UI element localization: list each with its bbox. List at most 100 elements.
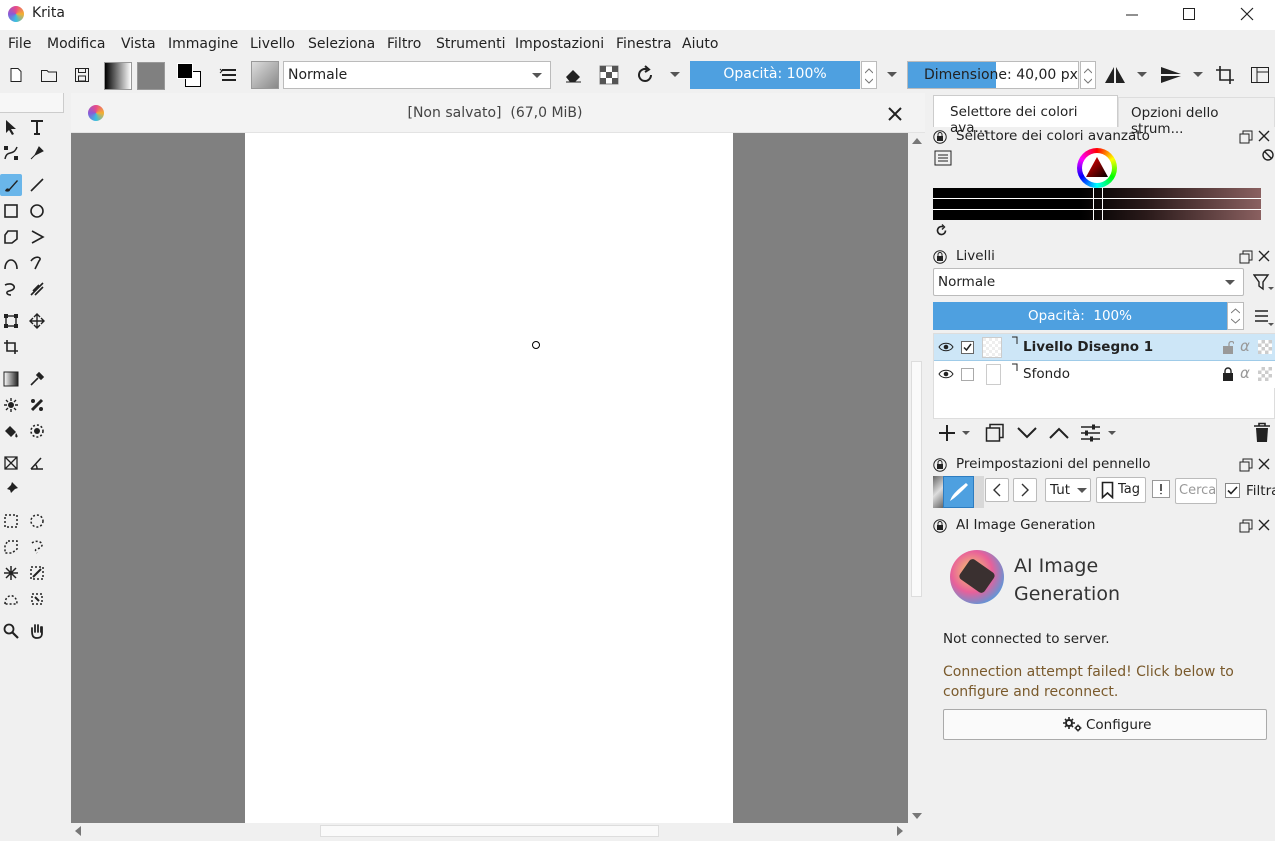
layer-checkbox[interactable] bbox=[961, 341, 974, 354]
size-spin[interactable] bbox=[1080, 61, 1096, 89]
float-icon[interactable] bbox=[1239, 519, 1253, 533]
canvas-background[interactable] bbox=[71, 133, 908, 823]
horizontal-scroll-thumb[interactable] bbox=[320, 825, 659, 837]
move-tool-icon[interactable] bbox=[26, 310, 48, 332]
magnetic-select-tool-icon[interactable] bbox=[26, 588, 48, 610]
lock-icon[interactable] bbox=[933, 250, 947, 264]
polygon-select-tool-icon[interactable] bbox=[0, 536, 22, 558]
menu-vista[interactable]: Vista bbox=[121, 36, 156, 52]
gradient-swatch[interactable] bbox=[104, 62, 132, 90]
eye-icon[interactable] bbox=[938, 368, 954, 380]
color-history-bar[interactable] bbox=[933, 188, 1261, 220]
color-selector-settings-icon[interactable] bbox=[934, 150, 952, 166]
pan-tool-icon[interactable] bbox=[26, 620, 48, 642]
gradient-tool-icon[interactable] bbox=[0, 368, 22, 390]
import-brush-icon[interactable] bbox=[1151, 479, 1171, 499]
contiguous-select-tool-icon[interactable] bbox=[0, 562, 22, 584]
open-document-icon[interactable] bbox=[36, 59, 62, 91]
perspective-assistant-icon[interactable] bbox=[0, 452, 22, 474]
layer-filter-icon[interactable] bbox=[1253, 273, 1275, 293]
layer-checkbox[interactable] bbox=[961, 368, 974, 381]
close-icon[interactable] bbox=[1257, 457, 1271, 471]
brush-preset-thumb-selected[interactable] bbox=[943, 476, 974, 508]
brush-options-icon[interactable] bbox=[216, 59, 242, 91]
close-window-button[interactable] bbox=[1240, 5, 1254, 25]
opacity-spin[interactable] bbox=[861, 61, 877, 89]
chevron-down-icon[interactable] bbox=[887, 72, 897, 78]
alpha-lock-icon[interactable]: α bbox=[1240, 364, 1250, 382]
blend-mode-select[interactable]: Normale bbox=[283, 61, 551, 89]
bezier-select-tool-icon[interactable] bbox=[0, 588, 22, 610]
brush-search-input[interactable]: Cerca bbox=[1175, 478, 1217, 504]
layer-options-menu-icon[interactable] bbox=[1254, 309, 1275, 327]
brush-preset-icon[interactable] bbox=[251, 61, 279, 89]
lock-icon[interactable] bbox=[933, 519, 947, 533]
measure-tool-icon[interactable] bbox=[26, 452, 48, 474]
menu-seleziona[interactable]: Seleziona bbox=[308, 36, 375, 52]
close-icon[interactable] bbox=[1257, 518, 1271, 532]
freehand-brush-tool-icon[interactable] bbox=[0, 174, 22, 196]
rectangle-tool-icon[interactable] bbox=[0, 200, 22, 222]
chevron-down-icon[interactable] bbox=[1137, 72, 1147, 78]
color-picker-tool-icon[interactable] bbox=[26, 368, 48, 390]
enclose-fill-tool-icon[interactable] bbox=[26, 420, 48, 442]
crop-tool-icon[interactable] bbox=[0, 336, 22, 358]
menu-immagine[interactable]: Immagine bbox=[168, 36, 238, 52]
add-layer-icon[interactable] bbox=[938, 423, 972, 443]
color-wheel[interactable] bbox=[1077, 148, 1117, 188]
configure-button[interactable]: Configure bbox=[943, 709, 1267, 740]
float-icon[interactable] bbox=[1239, 250, 1253, 264]
layer-row[interactable]: Sfondo α bbox=[934, 361, 1275, 388]
text-tool-icon[interactable] bbox=[26, 116, 48, 138]
close-icon[interactable] bbox=[1257, 129, 1271, 143]
mirror-vertical-icon[interactable] bbox=[1158, 59, 1184, 91]
calligraphy-tool-icon[interactable] bbox=[26, 142, 48, 164]
layer-name[interactable]: Livello Disegno 1 bbox=[1023, 339, 1153, 355]
vertical-scrollbar[interactable] bbox=[908, 133, 925, 823]
canvas-page[interactable] bbox=[245, 133, 733, 823]
layer-properties-icon[interactable] bbox=[1080, 423, 1120, 443]
assistant-tool-icon[interactable] bbox=[26, 394, 48, 416]
preserve-alpha-icon[interactable] bbox=[596, 59, 622, 91]
brush-filter-checkbox[interactable] bbox=[1225, 483, 1240, 498]
dynamic-brush-tool-icon[interactable] bbox=[0, 278, 22, 300]
lock-icon[interactable] bbox=[933, 458, 947, 472]
duplicate-layer-icon[interactable] bbox=[985, 423, 1005, 443]
maximize-button[interactable] bbox=[1182, 5, 1196, 25]
delete-layer-icon[interactable] bbox=[1253, 422, 1271, 443]
brush-tag-button[interactable]: Tag bbox=[1096, 477, 1146, 503]
select-shapes-tool-icon[interactable] bbox=[0, 116, 22, 138]
zoom-tool-icon[interactable] bbox=[0, 620, 22, 642]
close-icon[interactable] bbox=[1257, 249, 1271, 263]
float-icon[interactable] bbox=[1239, 130, 1253, 144]
vertical-scroll-thumb[interactable] bbox=[911, 361, 922, 597]
menu-finestra[interactable]: Finestra bbox=[616, 36, 672, 52]
polyline-tool-icon[interactable] bbox=[26, 226, 48, 248]
menu-file[interactable]: File bbox=[8, 36, 31, 52]
rect-select-tool-icon[interactable] bbox=[0, 510, 22, 532]
menu-aiuto[interactable]: Aiuto bbox=[682, 36, 718, 52]
line-tool-icon[interactable] bbox=[26, 174, 48, 196]
wrap-around-icon[interactable] bbox=[1212, 59, 1238, 91]
menu-filtro[interactable]: Filtro bbox=[387, 36, 421, 52]
multibrush-tool-icon[interactable] bbox=[26, 278, 48, 300]
move-layer-down-icon[interactable] bbox=[1016, 426, 1038, 440]
menu-modifica[interactable]: Modifica bbox=[47, 36, 106, 52]
layer-name[interactable]: Sfondo bbox=[1023, 366, 1070, 382]
mirror-horizontal-icon[interactable] bbox=[1102, 59, 1128, 91]
fg-bg-color-icon[interactable] bbox=[175, 61, 205, 91]
smart-patch-tool-icon[interactable] bbox=[0, 394, 22, 416]
inherit-alpha-icon[interactable] bbox=[1258, 340, 1272, 354]
float-icon[interactable] bbox=[1239, 458, 1253, 472]
save-document-icon[interactable] bbox=[69, 59, 95, 91]
bezier-curve-tool-icon[interactable] bbox=[0, 252, 22, 274]
eye-icon[interactable] bbox=[938, 341, 954, 353]
unlocked-icon[interactable] bbox=[1222, 341, 1234, 354]
ellipse-tool-icon[interactable] bbox=[26, 200, 48, 222]
no-color-icon[interactable] bbox=[1262, 149, 1274, 161]
brush-preset-thumb[interactable] bbox=[974, 476, 984, 508]
polygon-tool-icon[interactable] bbox=[0, 226, 22, 248]
brush-tag-select[interactable]: Tut bbox=[1045, 478, 1091, 502]
menu-impostazioni[interactable]: Impostazioni bbox=[515, 36, 604, 52]
chevron-down-icon[interactable] bbox=[1193, 72, 1203, 78]
